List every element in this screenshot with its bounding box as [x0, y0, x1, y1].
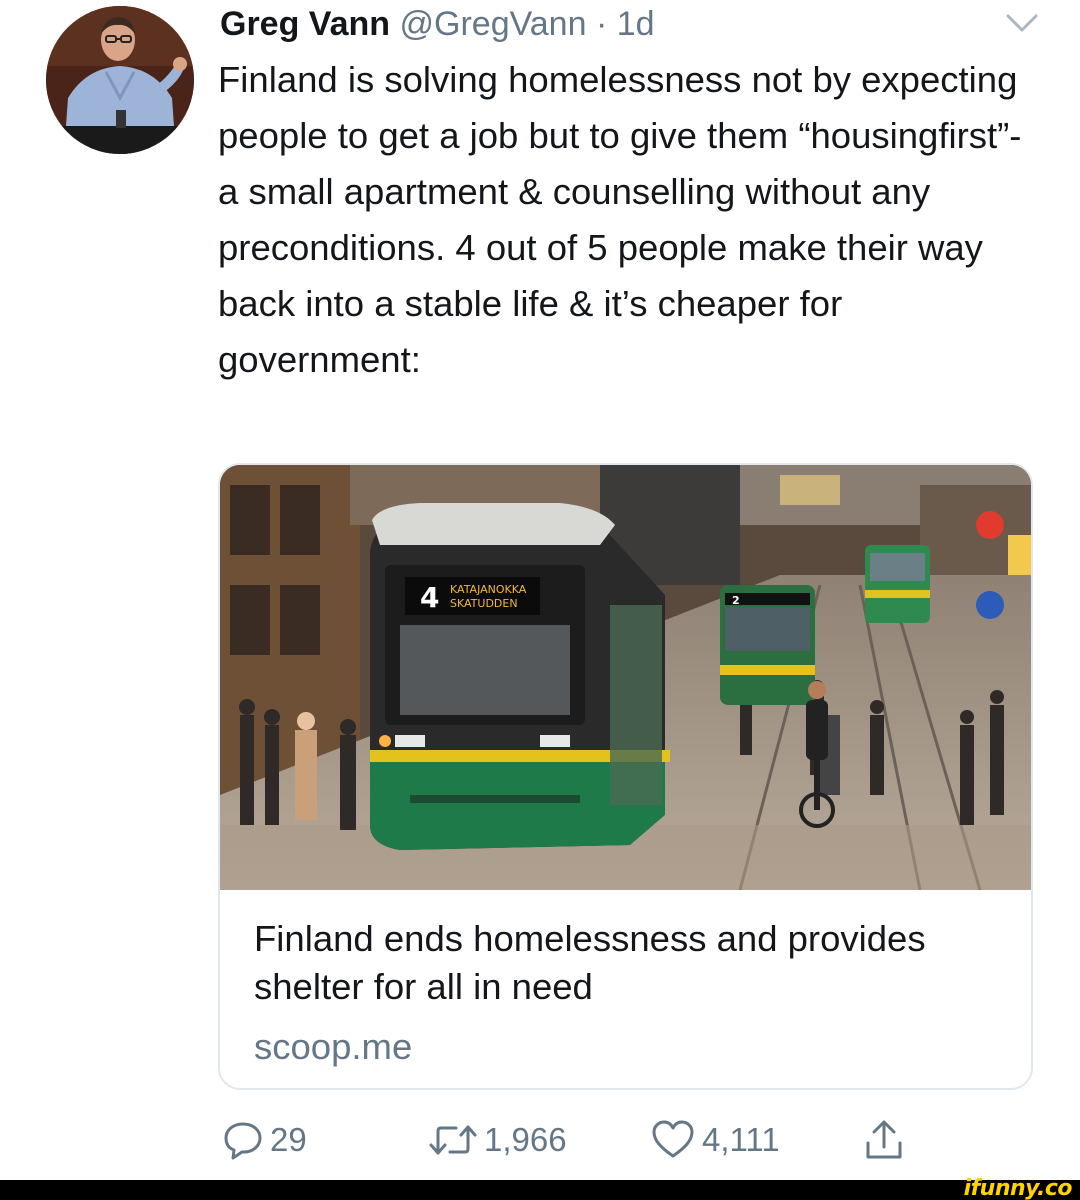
- share-icon: [862, 1117, 906, 1163]
- user-handle[interactable]: @GregVann: [400, 5, 587, 43]
- retweet-icon: [428, 1119, 478, 1161]
- retweet-count: 1,966: [484, 1121, 567, 1158]
- like-count: 4,111: [702, 1121, 780, 1158]
- like-button[interactable]: 4,111: [650, 1112, 780, 1168]
- reply-button[interactable]: 29: [222, 1112, 307, 1168]
- tweet-timestamp[interactable]: 1d: [617, 5, 655, 43]
- card-image: 2 4 KATAJANOKKA SKATUDDEN: [220, 465, 1031, 890]
- user-avatar[interactable]: [46, 6, 194, 154]
- tram2-sign-number: 2: [732, 594, 740, 607]
- watermark-bar: [0, 1180, 1080, 1200]
- tweet-header: Greg Vann @GregVann · 1d: [220, 4, 655, 44]
- heart-icon: [650, 1119, 696, 1161]
- tweet-text: Finland is solving homelessness not by e…: [218, 59, 1022, 380]
- tram-sign-line2: SKATUDDEN: [450, 597, 518, 610]
- display-name[interactable]: Greg Vann: [220, 5, 390, 43]
- chevron-down-icon[interactable]: [1002, 10, 1042, 38]
- reply-icon: [222, 1119, 264, 1161]
- tram-sign-number: 4: [420, 581, 439, 614]
- tweet-actions: 29 1,966 4,111: [0, 1112, 1080, 1168]
- link-card[interactable]: 2 4 KATAJANOKKA SKATUDDEN Finland ends h…: [218, 463, 1033, 1090]
- share-button[interactable]: [862, 1112, 906, 1168]
- retweet-button[interactable]: 1,966: [428, 1112, 567, 1168]
- tram-sign-line1: KATAJANOKKA: [450, 583, 527, 596]
- card-domain[interactable]: scoop.me: [254, 1023, 412, 1071]
- card-title[interactable]: Finland ends homelessness and provides s…: [254, 915, 1014, 1011]
- watermark-logo: ifunny.co: [963, 1176, 1073, 1200]
- reply-count: 29: [270, 1121, 307, 1158]
- header-separator: ·: [595, 5, 608, 43]
